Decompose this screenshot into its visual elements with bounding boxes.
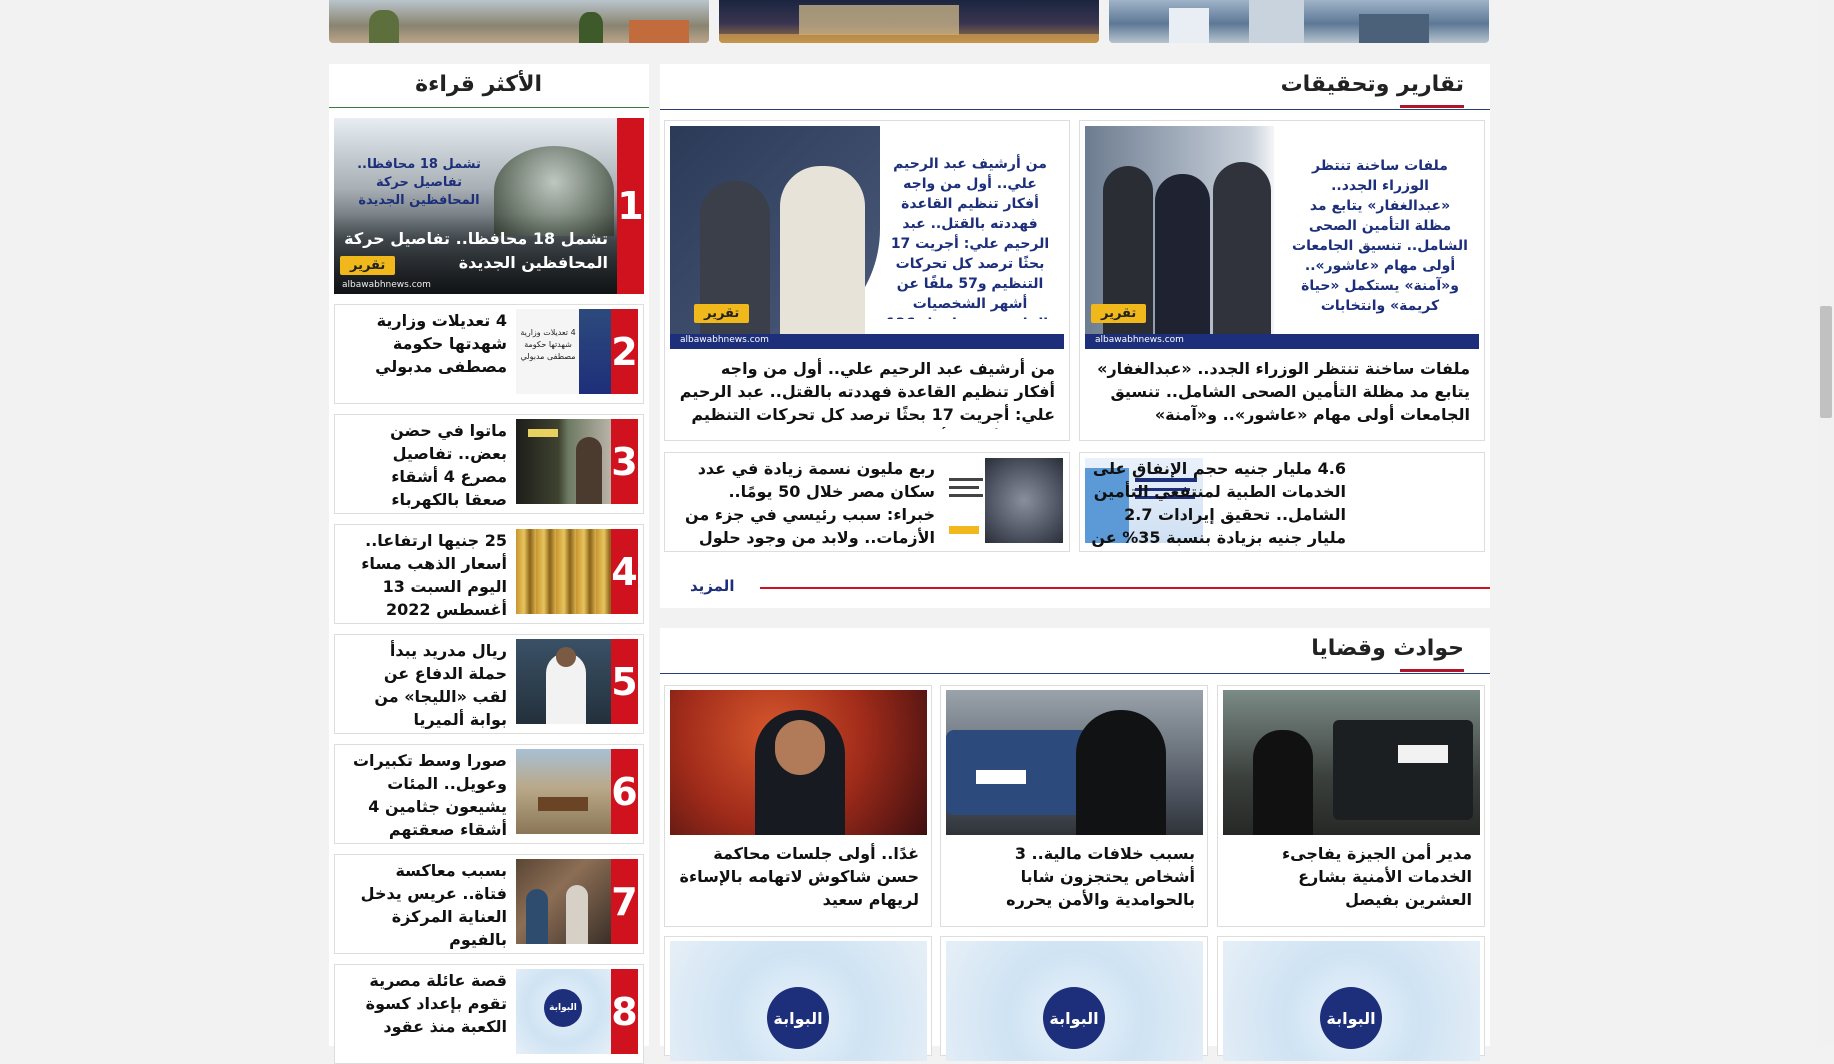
report-card-1-tag: تقرير — [1091, 304, 1147, 323]
most-read-item-4-title[interactable]: 25 جنيها ارتفاعا.. أسعار الذهب مساء اليو… — [347, 529, 507, 621]
bawaba-logo-icon: البوابة — [1043, 987, 1105, 1049]
most-read-item-8-image[interactable]: البوابة — [516, 969, 611, 1054]
incident-card-2[interactable]: بسبب خلافات مالية.. 3 أشخاص يحتجزون شابا… — [940, 685, 1208, 927]
report-card-1-image-caption: ملفات ساخنة تنتظر الوزراء الجدد.. «عبدال… — [1292, 158, 1468, 314]
most-read-item-8[interactable]: 8 البوابة قصة عائلة مصرية تقوم بإعداد كس… — [334, 964, 644, 1064]
report-small-card-1-title[interactable]: 4.6 مليار جنيه حجم الإنفاق على الخدمات ا… — [1081, 457, 1346, 549]
report-card-2-image-caption: من أرشيف عبد الرحيم علي.. أول من واجه أف… — [886, 156, 1054, 319]
incident-card-2-image[interactable] — [946, 690, 1203, 835]
most-read-item-1[interactable]: تشمل 18 محافظا.. تفاصيل حركة المحافظين ا… — [334, 118, 644, 294]
bawaba-logo-icon: البوابة — [1320, 987, 1382, 1049]
most-read-item-2[interactable]: 2 4 تعديلات وزارية شهدتها حكومة مصطفى مد… — [334, 304, 644, 404]
incident-placeholder-card-2[interactable]: البوابة — [940, 936, 1208, 1061]
page-scrollbar-thumb[interactable] — [1820, 306, 1832, 418]
incident-card-3-image[interactable] — [670, 690, 927, 835]
most-read-item-6-image[interactable] — [516, 749, 611, 834]
page-scrollbar-track[interactable] — [1818, 0, 1834, 1046]
most-read-item-2-number: 2 — [611, 309, 638, 394]
report-card-1-image[interactable]: ملفات ساخنة تنتظر الوزراء الجدد.. «عبدال… — [1085, 126, 1479, 349]
reports-more-rule — [760, 587, 1490, 589]
most-read-item-4[interactable]: 4 25 جنيها ارتفاعا.. أسعار الذهب مساء ال… — [334, 524, 644, 624]
most-read-title-rule — [329, 107, 649, 108]
top-strip-image-right[interactable] — [329, 0, 709, 43]
incident-card-1-title[interactable]: مدير أمن الجيزة يفاجىء الخدمات الأمنية ب… — [1230, 842, 1472, 914]
top-strip-image-middle[interactable] — [719, 0, 1099, 43]
report-small-card-2-title[interactable]: ربع مليون نسمة زيادة في عدد سكان مصر خلا… — [677, 457, 935, 549]
reports-title-underline — [1400, 105, 1464, 108]
reports-section-title[interactable]: تقارير وتحقيقات — [1281, 72, 1464, 97]
most-read-item-1-title[interactable]: تشمل 18 محافظا.. تفاصيل حركة المحافظين ا… — [344, 227, 608, 275]
most-read-item-2-image[interactable]: 4 تعديلات وزارية شهدتها حكومة مصطفى مدبو… — [516, 309, 611, 394]
report-card-1-title[interactable]: ملفات ساخنة تنتظر الوزراء الجدد.. «عبدال… — [1092, 357, 1470, 429]
most-read-item-3[interactable]: 3 ماتوا في حضن بعض.. تفاصيل مصرع 4 أشقاء… — [334, 414, 644, 514]
incident-card-3[interactable]: غدًا.. أولى جلسات محاكمة حسن شاكوش لاتها… — [664, 685, 932, 927]
incident-card-1[interactable]: مدير أمن الجيزة يفاجىء الخدمات الأمنية ب… — [1217, 685, 1485, 927]
report-card-1[interactable]: ملفات ساخنة تنتظر الوزراء الجدد.. «عبدال… — [1079, 120, 1485, 441]
report-card-2-tag: تقرير — [694, 304, 750, 323]
most-read-item-4-image[interactable] — [516, 529, 611, 614]
reports-more-link[interactable]: المزيد — [690, 577, 734, 595]
report-small-card-2-image[interactable] — [945, 458, 1063, 543]
report-card-2[interactable]: من أرشيف عبد الرحيم علي.. أول من واجه أف… — [664, 120, 1070, 441]
report-small-card-2[interactable]: ربع مليون نسمة زيادة في عدد سكان مصر خلا… — [664, 452, 1070, 552]
most-read-item-2-title[interactable]: 4 تعديلات وزارية شهدتها حكومة مصطفى مدبو… — [347, 309, 507, 401]
most-read-item-8-title[interactable]: قصة عائلة مصرية تقوم بإعداد كسوة الكعبة … — [347, 969, 507, 1061]
most-read-item-6-title[interactable]: صورا وسط تكبيرات وعويل.. المئات يشيعون ج… — [347, 749, 507, 841]
most-read-item-2-thumb-caption: 4 تعديلات وزارية شهدتها حكومة مصطفى مدبو… — [520, 328, 576, 361]
incident-placeholder-card-3[interactable]: البوابة — [664, 936, 932, 1061]
most-read-item-5-image[interactable] — [516, 639, 611, 724]
incident-placeholder-image-3[interactable]: البوابة — [670, 941, 927, 1061]
report-card-2-watermark: albawabhnews.com — [680, 335, 769, 345]
top-strip-image-left[interactable] — [1109, 0, 1489, 43]
most-read-item-8-number: 8 — [611, 969, 638, 1054]
incidents-title-underline — [1400, 669, 1464, 672]
most-read-item-3-image[interactable] — [516, 419, 611, 504]
most-read-item-7-title[interactable]: بسبب معاكسة فتاة.. عريس يدخل العناية الم… — [347, 859, 507, 951]
incident-placeholder-image-2[interactable]: البوابة — [946, 941, 1203, 1061]
incident-card-2-title[interactable]: بسبب خلافات مالية.. 3 أشخاص يحتجزون شابا… — [953, 842, 1195, 914]
most-read-item-7-image[interactable] — [516, 859, 611, 944]
incidents-section-title[interactable]: حوادث وقضايا — [1311, 636, 1464, 661]
most-read-item-7-number: 7 — [611, 859, 638, 944]
most-read-item-4-number: 4 — [611, 529, 638, 614]
most-read-item-6[interactable]: 6 صورا وسط تكبيرات وعويل.. المئات يشيعون… — [334, 744, 644, 844]
incidents-title-rule — [660, 673, 1490, 674]
incident-placeholder-card-1[interactable]: البوابة — [1217, 936, 1485, 1061]
bawaba-logo-icon: البوابة — [767, 987, 829, 1049]
incident-placeholder-image-1[interactable]: البوابة — [1223, 941, 1480, 1061]
report-small-card-1[interactable]: 4.6 مليار جنيه حجم الإنفاق على الخدمات ا… — [1079, 452, 1485, 552]
most-read-item-1-watermark: albawabhnews.com — [342, 280, 431, 290]
report-card-1-watermark: albawabhnews.com — [1095, 335, 1184, 345]
reports-title-rule — [660, 109, 1490, 110]
most-read-title: الأكثر قراءة — [415, 72, 542, 97]
most-read-item-7[interactable]: 7 بسبب معاكسة فتاة.. عريس يدخل العناية ا… — [334, 854, 644, 954]
most-read-item-1-image-caption: تشمل 18 محافظا.. تفاصيل حركة المحافظين ا… — [357, 157, 481, 208]
most-read-item-5-number: 5 — [611, 639, 638, 724]
most-read-item-1-number: 1 — [617, 118, 644, 294]
bawaba-logo-icon: البوابة — [544, 989, 582, 1027]
most-read-item-5[interactable]: 5 ريال مدريد يبدأ حملة الدفاع عن لقب «ال… — [334, 634, 644, 734]
most-read-item-6-number: 6 — [611, 749, 638, 834]
report-card-2-title[interactable]: من أرشيف عبد الرحيم علي.. أول من واجه أف… — [677, 357, 1055, 429]
incident-card-1-image[interactable] — [1223, 690, 1480, 835]
report-card-2-image[interactable]: من أرشيف عبد الرحيم علي.. أول من واجه أف… — [670, 126, 1064, 349]
most-read-item-5-title[interactable]: ريال مدريد يبدأ حملة الدفاع عن لقب «اللي… — [347, 639, 507, 731]
most-read-item-3-number: 3 — [611, 419, 638, 504]
incident-card-3-title[interactable]: غدًا.. أولى جلسات محاكمة حسن شاكوش لاتها… — [677, 842, 919, 914]
most-read-item-3-title[interactable]: ماتوا في حضن بعض.. تفاصيل مصرع 4 أشقاء ص… — [347, 419, 507, 511]
